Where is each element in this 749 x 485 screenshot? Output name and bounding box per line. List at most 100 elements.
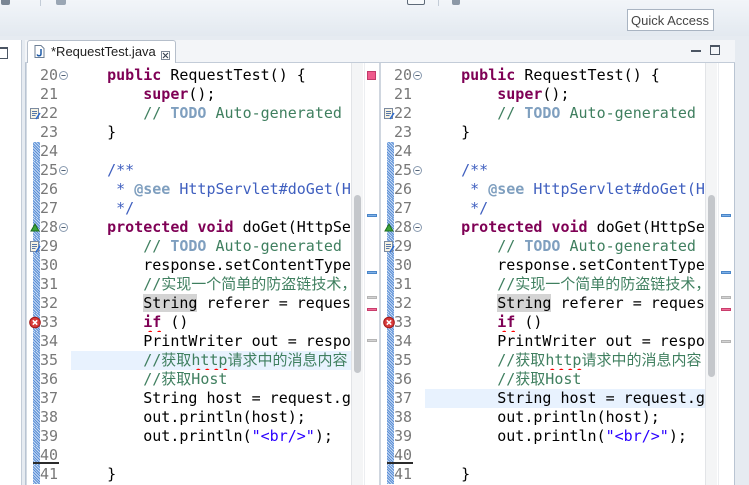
code-line[interactable]: 34 PrintWriter out = respo xyxy=(27,332,351,351)
vertical-scrollbar[interactable] xyxy=(351,63,363,485)
code-line[interactable]: 39 out.println("<br/>"); xyxy=(381,427,705,446)
code-text[interactable]: } xyxy=(71,123,351,142)
code-line[interactable]: 35 //获取http请求中的消息内容 xyxy=(381,351,705,370)
code-line[interactable]: 29 // TODO Auto-generated xyxy=(27,237,351,256)
code-line[interactable]: 29 // TODO Auto-generated xyxy=(381,237,705,256)
code-line[interactable]: 41 } xyxy=(27,465,351,484)
toolbar-icon[interactable] xyxy=(1,0,10,5)
code-line[interactable]: 35 //获取http请求中的消息内容 xyxy=(27,351,351,370)
code-line[interactable]: 24 xyxy=(381,142,705,161)
occurrence-marker[interactable] xyxy=(721,340,731,343)
code-line[interactable]: 30 response.setContentType xyxy=(381,256,705,275)
code-text[interactable]: out.println("<br/>"); xyxy=(425,427,705,446)
task-marker[interactable] xyxy=(367,271,377,274)
code-text[interactable]: } xyxy=(425,465,705,484)
occurrence-marker[interactable] xyxy=(721,296,731,299)
editor-pane-right[interactable]: 20 public RequestTest() {21 super(); 22 /… xyxy=(381,63,734,485)
scrollbar-thumb[interactable] xyxy=(354,195,361,373)
occurrence-marker[interactable] xyxy=(367,339,377,342)
code-line[interactable]: 28 protected void doGet(HttpSe xyxy=(381,218,705,237)
code-text[interactable]: //获取http请求中的消息内容 xyxy=(425,351,705,370)
code-line[interactable]: 27 */ xyxy=(381,199,705,218)
code-line[interactable]: 34 PrintWriter out = respo xyxy=(381,332,705,351)
code-text[interactable]: response.setContentType xyxy=(425,256,705,275)
close-icon[interactable] xyxy=(161,47,170,60)
task-marker[interactable] xyxy=(721,214,731,217)
code-text[interactable]: //实现一个简单的防盗链技术，不是准 xyxy=(71,275,351,294)
collapse-icon[interactable] xyxy=(59,71,68,80)
editor-tab[interactable]: *RequestTest.java xyxy=(27,40,176,63)
collapse-icon[interactable] xyxy=(59,223,68,232)
maximize-icon[interactable] xyxy=(710,45,720,55)
perspective-icon[interactable] xyxy=(407,0,425,5)
code-text[interactable]: protected void doGet(HttpSe xyxy=(71,218,351,237)
code-line[interactable]: 37 String host = request.g xyxy=(27,389,351,408)
error-marker[interactable] xyxy=(367,308,377,311)
code-text[interactable]: */ xyxy=(425,199,705,218)
code-text[interactable]: /** xyxy=(425,161,705,180)
quick-access-input[interactable] xyxy=(627,9,714,31)
code-line[interactable]: 39 out.println("<br/>"); xyxy=(27,427,351,446)
code-text[interactable]: String host = request.g xyxy=(425,389,705,408)
code-text[interactable]: */ xyxy=(71,199,351,218)
error-marker[interactable] xyxy=(721,308,731,311)
code-line[interactable]: 30 response.setContentType xyxy=(27,256,351,275)
task-icon[interactable] xyxy=(383,240,395,253)
task-icon[interactable] xyxy=(383,107,395,120)
code-text[interactable]: out.println(host); xyxy=(425,408,705,427)
code-text[interactable]: response.setContentType xyxy=(71,256,351,275)
task-icon[interactable] xyxy=(29,240,41,253)
error-summary-marker[interactable] xyxy=(367,71,376,80)
code-text[interactable]: // TODO Auto-generated xyxy=(71,237,351,256)
code-text[interactable]: //实现一个简单的防盗链技术，不是准 xyxy=(425,275,705,294)
code-text[interactable]: protected void doGet(HttpSe xyxy=(425,218,705,237)
code-line[interactable]: 28 protected void doGet(HttpSe xyxy=(27,218,351,237)
code-text[interactable]: * @see HttpServlet#doGet(H xyxy=(425,180,705,199)
code-text[interactable]: super(); xyxy=(425,85,705,104)
code-line[interactable]: 20 public RequestTest() { xyxy=(27,66,351,85)
code-line[interactable]: 31 //实现一个简单的防盗链技术，不是准 xyxy=(27,275,351,294)
code-text[interactable] xyxy=(425,142,705,161)
code-text[interactable]: } xyxy=(425,123,705,142)
override-triangle-icon[interactable] xyxy=(29,221,41,234)
code-line[interactable]: 38 out.println(host); xyxy=(381,408,705,427)
code-text[interactable] xyxy=(425,446,705,465)
code-text[interactable]: if () xyxy=(71,313,351,332)
code-text[interactable]: String host = request.g xyxy=(71,389,351,408)
code-text[interactable]: out.println(host); xyxy=(71,408,351,427)
code-line[interactable]: 22 // TODO Auto-generated xyxy=(27,104,351,123)
collapse-icon[interactable] xyxy=(413,71,422,80)
code-line[interactable]: 32 String referer = reques xyxy=(381,294,705,313)
task-marker[interactable] xyxy=(367,214,377,217)
code-text[interactable]: // TODO Auto-generated xyxy=(425,104,705,123)
collapse-icon[interactable] xyxy=(413,166,422,175)
code-line[interactable]: 31 //实现一个简单的防盗链技术，不是准 xyxy=(381,275,705,294)
code-text[interactable]: PrintWriter out = respo xyxy=(425,332,705,351)
code-line[interactable]: 24 xyxy=(27,142,351,161)
code-text[interactable]: super(); xyxy=(71,85,351,104)
code-line[interactable]: 25 /** xyxy=(27,161,351,180)
code-line[interactable]: 41 } xyxy=(381,465,705,484)
code-line[interactable]: 23 } xyxy=(27,123,351,142)
scrollbar-thumb[interactable] xyxy=(708,195,715,377)
code-text[interactable]: public RequestTest() { xyxy=(71,66,351,85)
code-text[interactable]: // TODO Auto-generated xyxy=(425,237,705,256)
overview-ruler[interactable] xyxy=(718,63,732,485)
code-text[interactable]: public RequestTest() { xyxy=(425,66,705,85)
code-line[interactable]: 38 out.println(host); xyxy=(27,408,351,427)
code-text[interactable]: //获取Host xyxy=(71,370,351,389)
code-text[interactable]: String referer = reques xyxy=(425,294,705,313)
code-text[interactable]: //获取http请求中的消息内容 xyxy=(71,351,351,370)
override-triangle-icon[interactable] xyxy=(383,221,395,234)
code-line[interactable]: 40 xyxy=(27,446,351,465)
error-icon[interactable] xyxy=(29,316,41,329)
code-text[interactable]: //获取Host xyxy=(425,370,705,389)
code-line[interactable]: 36 //获取Host xyxy=(381,370,705,389)
code-line[interactable]: 27 */ xyxy=(27,199,351,218)
code-text[interactable] xyxy=(71,446,351,465)
collapse-icon[interactable] xyxy=(59,166,68,175)
restore-icon[interactable] xyxy=(0,47,8,59)
code-text[interactable]: if () xyxy=(425,313,705,332)
code-text[interactable]: PrintWriter out = respo xyxy=(71,332,351,351)
code-text[interactable]: // TODO Auto-generated xyxy=(71,104,351,123)
